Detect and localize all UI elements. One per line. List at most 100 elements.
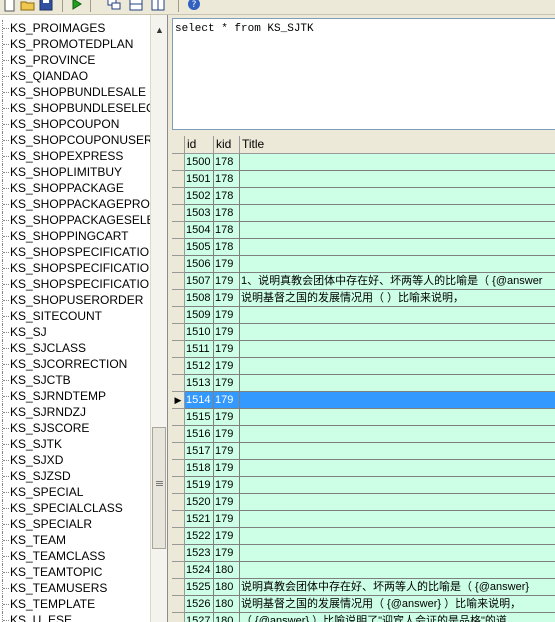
row-indicator[interactable] (172, 426, 185, 443)
cell-kid[interactable]: 178 (214, 205, 240, 222)
cell-title[interactable] (240, 545, 555, 562)
cell-kid[interactable]: 179 (214, 392, 240, 409)
cell-kid[interactable]: 179 (214, 426, 240, 443)
cell-id[interactable]: 1504 (185, 222, 214, 239)
cell-id[interactable]: 1512 (185, 358, 214, 375)
cell-id[interactable]: 1521 (185, 511, 214, 528)
cell-id[interactable]: 1500 (185, 154, 214, 171)
cell-kid[interactable]: 179 (214, 528, 240, 545)
cell-title[interactable]: 1、说明真教会团体中存在好、坏两等人的比喻是（ {@answer (240, 273, 555, 290)
cell-id[interactable]: 1519 (185, 477, 214, 494)
cell-id[interactable]: 1505 (185, 239, 214, 256)
cell-title[interactable] (240, 188, 555, 205)
cell-title[interactable] (240, 239, 555, 256)
cell-kid[interactable]: 179 (214, 341, 240, 358)
cell-kid[interactable]: 179 (214, 358, 240, 375)
cell-title[interactable] (240, 154, 555, 171)
row-indicator[interactable] (172, 443, 185, 460)
row-indicator[interactable] (172, 375, 185, 392)
cell-kid[interactable]: 180 (214, 562, 240, 579)
table-row[interactable]: 1516 179 (172, 426, 555, 443)
cell-title[interactable] (240, 358, 555, 375)
cell-title[interactable]: 说明基督之国的发展情况用（ ）比喻来说明， (240, 290, 555, 307)
table-row[interactable]: 1501 178 (172, 171, 555, 188)
column-header-title[interactable]: Title (240, 136, 555, 153)
table-row[interactable]: 1520 179 (172, 494, 555, 511)
table-row[interactable]: 1500 178 (172, 154, 555, 171)
cell-title[interactable] (240, 205, 555, 222)
cell-id[interactable]: 1506 (185, 256, 214, 273)
cell-title[interactable] (240, 528, 555, 545)
current-row-arrow-icon[interactable]: ▶ (172, 392, 185, 409)
row-indicator[interactable] (172, 290, 185, 307)
column-header-id[interactable]: id (185, 136, 214, 153)
cell-kid[interactable]: 179 (214, 494, 240, 511)
cell-kid[interactable]: 179 (214, 273, 240, 290)
table-row[interactable]: 1509 179 (172, 307, 555, 324)
table-row[interactable]: 1517 179 (172, 443, 555, 460)
cell-kid[interactable]: 180 (214, 579, 240, 596)
cell-id[interactable]: 1525 (185, 579, 214, 596)
row-indicator[interactable] (172, 579, 185, 596)
tile-icon[interactable] (106, 0, 122, 12)
cell-title[interactable] (240, 222, 555, 239)
cell-kid[interactable]: 179 (214, 477, 240, 494)
cell-kid[interactable]: 180 (214, 613, 240, 622)
split-vertical-icon[interactable] (150, 0, 166, 12)
table-row[interactable]: 1526 180 说明基督之国的发展情况用（ {@answer} ）比喻来说明， (172, 596, 555, 613)
cell-kid[interactable]: 178 (214, 188, 240, 205)
cell-id[interactable]: 1518 (185, 460, 214, 477)
row-indicator[interactable] (172, 545, 185, 562)
cell-kid[interactable]: 179 (214, 290, 240, 307)
cell-title[interactable] (240, 375, 555, 392)
table-row[interactable]: 1506 179 (172, 256, 555, 273)
cell-id[interactable]: 1502 (185, 188, 214, 205)
tree-scrollbar[interactable]: ▲ (150, 15, 167, 622)
cell-title[interactable] (240, 256, 555, 273)
cell-id[interactable]: 1507 (185, 273, 214, 290)
cell-title[interactable] (240, 307, 555, 324)
cell-kid[interactable]: 179 (214, 443, 240, 460)
cell-title[interactable] (240, 324, 555, 341)
table-row[interactable]: 1519 179 (172, 477, 555, 494)
row-indicator[interactable] (172, 256, 185, 273)
cell-id[interactable]: 1503 (185, 205, 214, 222)
cell-kid[interactable]: 178 (214, 239, 240, 256)
cell-id[interactable]: 1510 (185, 324, 214, 341)
table-row[interactable]: 1521 179 (172, 511, 555, 528)
row-indicator[interactable] (172, 562, 185, 579)
cell-id[interactable]: 1514 (185, 392, 214, 409)
cell-kid[interactable]: 180 (214, 596, 240, 613)
cell-kid[interactable]: 179 (214, 307, 240, 324)
row-indicator[interactable] (172, 222, 185, 239)
row-indicator[interactable] (172, 154, 185, 171)
table-row[interactable]: 1504 178 (172, 222, 555, 239)
open-icon[interactable] (20, 0, 36, 12)
table-row[interactable]: 1524 180 (172, 562, 555, 579)
table-row[interactable]: 1507 179 1、说明真教会团体中存在好、坏两等人的比喻是（ {@answer (172, 273, 555, 290)
row-indicator[interactable] (172, 460, 185, 477)
cell-kid[interactable]: 179 (214, 256, 240, 273)
cell-id[interactable]: 1509 (185, 307, 214, 324)
new-icon[interactable] (2, 0, 18, 12)
result-grid[interactable]: id kid Title 1500 178 1501 178 1502 178 1503 17… (172, 136, 555, 622)
table-row[interactable]: ▶ 1514 179 (172, 392, 555, 409)
cell-title[interactable]: （ {@answer} ）比喻说明了"迎宾人会证的是品格"的道 (240, 613, 555, 622)
cell-kid[interactable]: 178 (214, 171, 240, 188)
cell-kid[interactable]: 179 (214, 409, 240, 426)
table-row[interactable]: 1503 178 (172, 205, 555, 222)
run-icon[interactable] (68, 0, 84, 12)
cell-id[interactable]: 1523 (185, 545, 214, 562)
cell-id[interactable]: 1515 (185, 409, 214, 426)
table-row[interactable]: 1505 178 (172, 239, 555, 256)
cell-title[interactable] (240, 426, 555, 443)
cell-kid[interactable]: 178 (214, 222, 240, 239)
row-indicator[interactable] (172, 239, 185, 256)
row-indicator[interactable] (172, 596, 185, 613)
cell-title[interactable] (240, 341, 555, 358)
cell-title[interactable]: 说明真教会团体中存在好、坏两等人的比喻是（ {@answer} (240, 579, 555, 596)
cell-id[interactable]: 1501 (185, 171, 214, 188)
cell-kid[interactable]: 179 (214, 375, 240, 392)
cell-id[interactable]: 1524 (185, 562, 214, 579)
cell-id[interactable]: 1513 (185, 375, 214, 392)
